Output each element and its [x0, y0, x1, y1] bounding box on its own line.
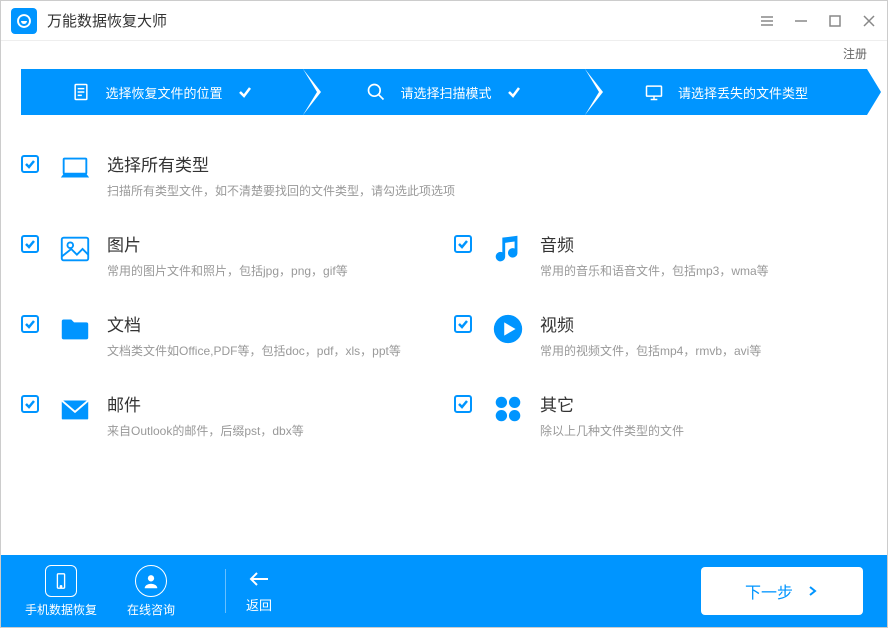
type-image[interactable]: 图片 常用的图片文件和照片，包括jpg，png，gif等 — [21, 231, 434, 279]
checkbox[interactable] — [21, 315, 39, 333]
type-desc: 来自Outlook的邮件，后缀pst，dbx等 — [107, 422, 304, 439]
music-icon — [490, 231, 526, 267]
stepper: 选择恢复文件的位置 请选择扫描模式 请选择丢失的文件类型 — [21, 69, 867, 115]
phone-icon — [45, 565, 77, 597]
checkbox[interactable] — [21, 155, 39, 173]
menu-icon[interactable] — [759, 13, 775, 29]
type-mail[interactable]: 邮件 来自Outlook的邮件，后缀pst，dbx等 — [21, 391, 434, 439]
minimize-icon[interactable] — [793, 13, 809, 29]
maximize-icon[interactable] — [827, 13, 843, 29]
register-link[interactable]: 注册 — [843, 45, 867, 62]
divider — [225, 569, 226, 613]
next-button[interactable]: 下一步 — [701, 567, 863, 615]
person-icon — [135, 565, 167, 597]
type-all[interactable]: 选择所有类型 扫描所有类型文件，如不清楚要找回的文件类型，请勾选此项选项 — [21, 151, 867, 199]
type-title: 邮件 — [107, 391, 304, 416]
step-label: 请选择扫描模式 — [400, 83, 491, 102]
check-icon — [237, 84, 253, 100]
arrow-left-icon — [248, 569, 270, 589]
image-icon — [57, 231, 93, 267]
foot-label: 在线咨询 — [127, 601, 175, 618]
checkbox[interactable] — [21, 395, 39, 413]
search-icon — [366, 82, 386, 102]
type-doc[interactable]: 文档 文档类文件如Office,PDF等，包括doc，pdf，xls，ppt等 — [21, 311, 434, 359]
back-label: 返回 — [246, 595, 272, 614]
type-desc: 常用的视频文件，包括mp4，rmvb，avi等 — [540, 342, 761, 359]
step-location[interactable]: 选择恢复文件的位置 — [21, 69, 303, 115]
mail-icon — [57, 391, 93, 427]
type-desc: 常用的音乐和语音文件，包括mp3，wma等 — [540, 262, 769, 279]
type-audio[interactable]: 音频 常用的音乐和语音文件，包括mp3，wma等 — [454, 231, 867, 279]
type-desc: 常用的图片文件和照片，包括jpg，png，gif等 — [107, 262, 348, 279]
check-icon — [506, 84, 522, 100]
type-title: 音频 — [540, 231, 769, 256]
app-title: 万能数据恢复大师 — [47, 10, 759, 31]
footer: 手机数据恢复 在线咨询 返回 下一步 — [1, 555, 887, 627]
document-icon — [71, 82, 91, 102]
type-title: 选择所有类型 — [107, 151, 455, 176]
phone-recovery-button[interactable]: 手机数据恢复 — [25, 565, 97, 618]
checkbox[interactable] — [454, 315, 472, 333]
step-label: 请选择丢失的文件类型 — [678, 83, 808, 102]
chevron-right-icon — [807, 585, 819, 597]
type-desc: 文档类文件如Office,PDF等，包括doc，pdf，xls，ppt等 — [107, 342, 401, 359]
foot-label: 手机数据恢复 — [25, 601, 97, 618]
subbar: 注册 — [1, 41, 887, 65]
type-title: 文档 — [107, 311, 401, 336]
back-button[interactable]: 返回 — [246, 569, 272, 614]
type-desc: 除以上几种文件类型的文件 — [540, 422, 684, 439]
step-label: 选择恢复文件的位置 — [105, 83, 222, 102]
close-icon[interactable] — [861, 13, 877, 29]
type-title: 视频 — [540, 311, 761, 336]
type-other[interactable]: 其它 除以上几种文件类型的文件 — [454, 391, 867, 439]
app-icon — [11, 8, 37, 34]
consult-button[interactable]: 在线咨询 — [127, 565, 175, 618]
step-file-type[interactable]: 请选择丢失的文件类型 — [585, 69, 867, 115]
type-video[interactable]: 视频 常用的视频文件，包括mp4，rmvb，avi等 — [454, 311, 867, 359]
checkbox[interactable] — [21, 235, 39, 253]
type-title: 图片 — [107, 231, 348, 256]
grid-icon — [490, 391, 526, 427]
next-label: 下一步 — [745, 579, 793, 603]
step-scan-mode[interactable]: 请选择扫描模式 — [303, 69, 585, 115]
checkbox[interactable] — [454, 395, 472, 413]
checkbox[interactable] — [454, 235, 472, 253]
type-title: 其它 — [540, 391, 684, 416]
titlebar: 万能数据恢复大师 — [1, 1, 887, 41]
folder-icon — [57, 311, 93, 347]
type-desc: 扫描所有类型文件，如不清楚要找回的文件类型，请勾选此项选项 — [107, 182, 455, 199]
laptop-icon — [57, 151, 93, 187]
play-icon — [490, 311, 526, 347]
monitor-icon — [644, 82, 664, 102]
